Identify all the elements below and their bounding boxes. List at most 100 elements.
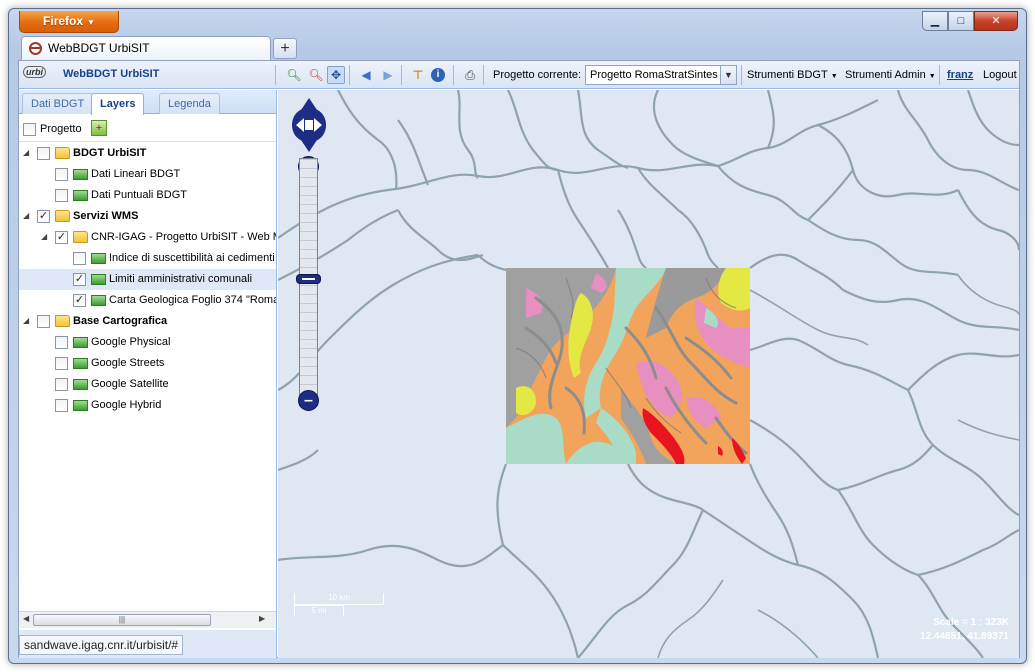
tree-layer[interactable]: Google Physical bbox=[19, 332, 276, 353]
project-checkbox[interactable] bbox=[23, 123, 36, 136]
logout-button[interactable]: Logout bbox=[983, 69, 1017, 81]
layer-checkbox[interactable] bbox=[55, 357, 68, 370]
admin-tools-menu[interactable]: Strumenti Admin ▼ bbox=[845, 69, 936, 81]
map-view[interactable]: + – 10 km 5 mi Scale = 1 : 323K 12.44851… bbox=[278, 90, 1019, 658]
folder-icon bbox=[55, 210, 70, 222]
scroll-right-icon[interactable]: ▶ bbox=[259, 614, 265, 623]
info-icon[interactable]: i bbox=[431, 68, 445, 82]
layer-icon bbox=[73, 358, 88, 369]
toolbar-separator bbox=[453, 65, 454, 85]
firefox-menu-label: Firefox bbox=[43, 14, 84, 28]
tree-node-label: CNR-IGAG - Progetto UrbiSIT - Web M bbox=[91, 231, 276, 243]
project-checkbox-label: Progetto bbox=[40, 123, 82, 135]
scale-mi: 5 mi bbox=[294, 605, 344, 616]
layer-icon bbox=[73, 400, 88, 411]
expand-toggle-icon[interactable]: ◢ bbox=[41, 232, 47, 241]
zoom-slider-handle[interactable] bbox=[296, 274, 321, 284]
caret-down-icon: ▼ bbox=[830, 73, 838, 80]
browser-window: Firefox ▼ ▁ □ ✕ WebBDGT UrbiSIT + urbi We… bbox=[8, 8, 1027, 664]
tree-node-label: Dati Puntuali BDGT bbox=[91, 189, 187, 201]
layer-checkbox[interactable] bbox=[55, 378, 68, 391]
layer-tree: ◢ BDGT UrbiSIT Dati Lineari BDGT Dati Puntu… bbox=[19, 143, 276, 611]
firefox-menu-button[interactable]: Firefox ▼ bbox=[19, 11, 119, 33]
close-button[interactable]: ✕ bbox=[974, 11, 1018, 31]
layer-icon bbox=[73, 169, 88, 180]
previous-extent-icon[interactable]: ◀ bbox=[357, 66, 375, 84]
folder-icon bbox=[55, 315, 70, 327]
chevron-down-icon[interactable]: ▼ bbox=[720, 66, 736, 84]
toolbar-separator bbox=[275, 65, 276, 85]
folder-icon bbox=[55, 147, 70, 159]
print-icon[interactable]: ⎙ bbox=[461, 66, 479, 84]
toolbar-separator bbox=[741, 65, 742, 85]
layer-icon bbox=[91, 253, 106, 264]
geology-map-layer bbox=[506, 268, 750, 464]
tree-layer[interactable]: Dati Lineari BDGT bbox=[19, 164, 276, 185]
pan-tool-icon[interactable]: ✥ bbox=[327, 66, 345, 84]
layer-icon bbox=[73, 379, 88, 390]
layer-checkbox[interactable]: ✓ bbox=[73, 273, 86, 286]
tree-layer[interactable]: Dati Puntuali BDGT bbox=[19, 185, 276, 206]
tree-layer[interactable]: Google Hybrid bbox=[19, 395, 276, 416]
expand-toggle-icon[interactable]: ◢ bbox=[23, 148, 29, 157]
expand-toggle-icon[interactable]: ◢ bbox=[23, 211, 29, 220]
next-extent-icon[interactable]: ▶ bbox=[379, 66, 397, 84]
zoom-in-tool-icon[interactable]: 🔍︎ bbox=[285, 66, 303, 84]
toolbar-separator bbox=[483, 65, 484, 85]
scroll-left-icon[interactable]: ◀ bbox=[23, 614, 29, 623]
page-content: urbi WebBDGT UrbiSIT 🔍︎ 🔍︎ ✥ ◀ ▶ ⊤ i ⎙ P… bbox=[18, 60, 1020, 658]
add-layer-icon[interactable]: + bbox=[91, 120, 107, 136]
layer-checkbox[interactable] bbox=[55, 189, 68, 202]
tree-folder[interactable]: ◢ BDGT UrbiSIT bbox=[19, 143, 276, 164]
maximize-button[interactable]: □ bbox=[948, 11, 974, 31]
tree-node-label: Base Cartografica bbox=[73, 315, 168, 327]
tree-folder[interactable]: ◢ Base Cartografica bbox=[19, 311, 276, 332]
user-link[interactable]: franz bbox=[947, 69, 973, 81]
tab-legenda[interactable]: Legenda bbox=[159, 93, 220, 114]
scrollbar-thumb[interactable]: ||| bbox=[33, 614, 211, 626]
layer-checkbox[interactable] bbox=[73, 252, 86, 265]
tree-layer[interactable]: Google Streets bbox=[19, 353, 276, 374]
layer-checkbox[interactable] bbox=[55, 399, 68, 412]
layer-checkbox[interactable]: ✓ bbox=[73, 294, 86, 307]
tree-folder[interactable]: ◢ ✓ Servizi WMS bbox=[19, 206, 276, 227]
toolbar-separator bbox=[401, 65, 402, 85]
layer-checkbox[interactable] bbox=[37, 315, 50, 328]
tree-layer[interactable]: ✓ Limiti amministrativi comunali bbox=[19, 269, 276, 290]
tree-folder[interactable]: ◢ ✓ CNR-IGAG - Progetto UrbiSIT - Web M bbox=[19, 227, 276, 248]
scale-line: 10 km 5 mi bbox=[294, 593, 384, 621]
mouse-coordinates: 12.44851, 41.89371 bbox=[920, 631, 1009, 642]
zoom-out-tool-icon[interactable]: 🔍︎ bbox=[307, 66, 325, 84]
layer-checkbox[interactable]: ✓ bbox=[37, 210, 50, 223]
layer-checkbox[interactable] bbox=[55, 168, 68, 181]
scale-km: 10 km bbox=[294, 593, 384, 605]
project-label: Progetto corrente: bbox=[493, 69, 582, 81]
layer-checkbox[interactable] bbox=[37, 147, 50, 160]
browser-tab[interactable]: WebBDGT UrbiSIT bbox=[21, 36, 271, 60]
new-tab-button[interactable]: + bbox=[273, 38, 297, 59]
layer-icon bbox=[91, 295, 106, 306]
project-select[interactable]: Progetto RomaStratSintes ▼ bbox=[585, 65, 737, 85]
tab-dati-bdgt[interactable]: Dati BDGT bbox=[22, 93, 94, 114]
layer-checkbox[interactable] bbox=[55, 336, 68, 349]
expand-toggle-icon[interactable]: ◢ bbox=[23, 316, 29, 325]
bdgt-tools-menu[interactable]: Strumenti BDGT ▼ bbox=[747, 69, 838, 81]
status-bar: sandwave.igag.cnr.it/urbisit/# bbox=[19, 630, 276, 658]
status-url: sandwave.igag.cnr.it/urbisit/# bbox=[19, 635, 184, 655]
measure-tool-icon[interactable]: ⊤ bbox=[409, 66, 427, 84]
toolbar-separator bbox=[939, 65, 940, 85]
pan-control[interactable] bbox=[290, 98, 328, 152]
app-toolbar: urbi WebBDGT UrbiSIT 🔍︎ 🔍︎ ✥ ◀ ▶ ⊤ i ⎙ P… bbox=[19, 61, 1019, 89]
zoom-out-button[interactable]: – bbox=[298, 390, 319, 411]
minimize-button[interactable]: ▁ bbox=[922, 11, 948, 31]
tree-layer[interactable]: Indice di suscettibilità ai cedimenti bbox=[19, 248, 276, 269]
tree-layer[interactable]: Google Satellite bbox=[19, 374, 276, 395]
horizontal-scrollbar[interactable]: ◀ ||| ▶ bbox=[19, 611, 276, 628]
tree-node-label: Google Hybrid bbox=[91, 399, 162, 411]
folder-icon bbox=[73, 231, 88, 243]
app-title: WebBDGT UrbiSIT bbox=[63, 68, 160, 80]
layer-checkbox[interactable]: ✓ bbox=[55, 231, 68, 244]
tree-layer[interactable]: ✓ Carta Geologica Foglio 374 "Roma bbox=[19, 290, 276, 311]
tab-layers[interactable]: Layers bbox=[91, 93, 145, 115]
site-favicon-icon bbox=[29, 42, 42, 55]
